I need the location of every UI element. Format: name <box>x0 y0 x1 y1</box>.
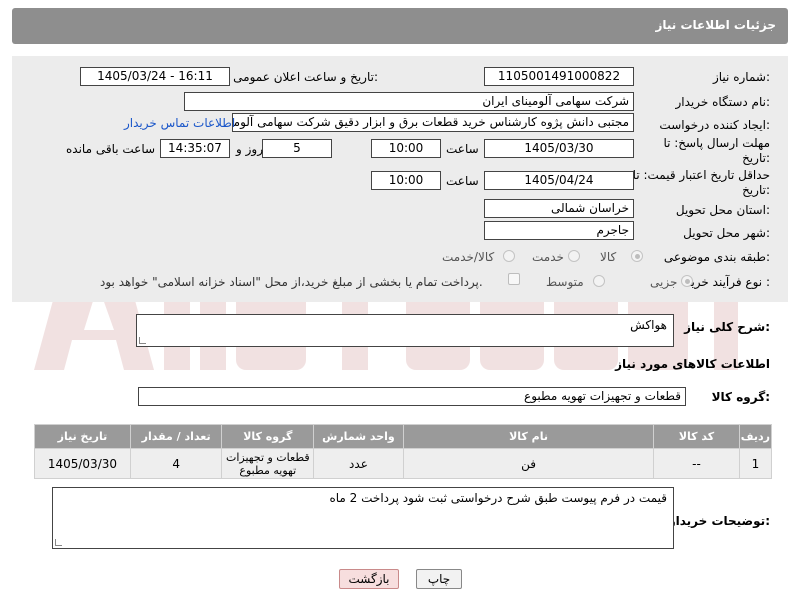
creator-label: ایجاد کننده درخواست: <box>659 118 770 132</box>
buyer-org-label: نام دستگاه خریدار: <box>675 95 771 109</box>
announce-label: تاریخ و ساعت اعلان عمومی: <box>233 70 378 84</box>
need-number-label: شماره نیاز: <box>712 70 770 84</box>
price-time-field[interactable]: 10:00 <box>371 171 441 190</box>
category-radio-service[interactable] <box>568 250 580 262</box>
cell-code: -- <box>653 448 740 479</box>
province-label: استان محل تحویل: <box>675 203 770 217</box>
col-unit: واحد شمارش <box>313 424 404 449</box>
remaining-label: ساعت باقی مانده <box>66 142 156 156</box>
table-row[interactable]: 1 -- فن عدد قطعات و تجهیزات تهویه مطبوع … <box>34 448 773 479</box>
reply-date-field[interactable]: 1405/03/30 <box>484 139 634 158</box>
reply-time-field[interactable]: 10:00 <box>371 139 441 158</box>
page-title: جزئیات اطلاعات نیاز <box>655 18 776 32</box>
cell-row: 1 <box>738 448 773 479</box>
process-radio-medium[interactable] <box>593 275 605 287</box>
col-quantity: تعداد / مقدار <box>129 424 223 449</box>
contact-info-link[interactable]: اطلاعات تماس خریدار <box>124 116 235 130</box>
col-group: گروه کالا <box>221 424 315 449</box>
category-option-service: خدمت <box>532 250 564 264</box>
cell-need-date: 1405/03/30 <box>34 448 131 479</box>
cell-unit: عدد <box>313 448 404 479</box>
cell-group: قطعات و تجهیزات تهویه مطبوع <box>221 448 315 479</box>
treasury-payment-checkbox[interactable] <box>508 273 520 285</box>
buyer-org-field[interactable]: شرکت سهامی آلومینای ایران <box>184 92 634 111</box>
print-button[interactable]: چاپ <box>416 569 462 589</box>
goods-group-field[interactable]: قطعات و تجهیزات تهویه مطبوع <box>138 387 686 406</box>
process-radio-minor[interactable] <box>681 275 693 287</box>
col-row: ردیف <box>738 424 773 449</box>
items-table: ردیف کد کالا نام کالا واحد شمارش گروه کا… <box>34 424 773 479</box>
goods-group-label: گروه کالا: <box>711 390 770 404</box>
buyer-notes-text: قیمت در فرم پیوست طبق شرح درخواستی ثبت ش… <box>329 491 667 505</box>
cell-quantity: 4 <box>129 448 223 479</box>
buyer-notes-label: توضیحات خریدار: <box>668 514 770 528</box>
process-label: نوع فرآیند خرید : <box>685 275 770 289</box>
province-field[interactable]: خراسان شمالی <box>484 199 634 218</box>
need-number-field[interactable]: 1105001491000822 <box>484 67 634 86</box>
category-option-goods: کالا <box>600 250 617 264</box>
buyer-notes-textarea[interactable]: قیمت در فرم پیوست طبق شرح درخواستی ثبت ش… <box>52 487 674 549</box>
table-header-row: ردیف کد کالا نام کالا واحد شمارش گروه کا… <box>34 424 773 449</box>
reply-deadline-label: مهلت ارسال پاسخ: تا تاریخ: <box>663 136 770 165</box>
category-radio-goods[interactable] <box>631 250 643 262</box>
process-option-medium: متوسط <box>546 275 584 289</box>
category-option-both: کالا/خدمت <box>442 250 495 264</box>
description-text: هواکش <box>630 318 667 332</box>
description-label: شرح کلی نیاز: <box>684 320 770 334</box>
treasury-payment-note: پرداخت تمام یا بخشی از مبلغ خرید،از محل … <box>100 275 483 289</box>
days-label: روز و <box>236 142 263 156</box>
back-button[interactable]: بازگشت <box>339 569 399 589</box>
process-option-minor: جزیی <box>650 275 678 289</box>
category-label: طبقه بندی موضوعی: <box>663 250 770 264</box>
page-header: جزئیات اطلاعات نیاز <box>12 8 788 44</box>
category-radio-both[interactable] <box>503 250 515 262</box>
price-deadline-label: حداقل تاریخ اعتبار قیمت: تا تاریخ: <box>632 168 770 197</box>
col-need-date: تاریخ نیاز <box>34 424 131 449</box>
goods-section-title: اطلاعات کالاهای مورد نیاز <box>615 357 770 371</box>
price-date-field[interactable]: 1405/04/24 <box>484 171 634 190</box>
remaining-time-field[interactable]: 14:35:07 <box>160 139 230 158</box>
description-textarea[interactable]: هواکش <box>136 314 674 347</box>
col-name: نام کالا <box>402 424 655 449</box>
creator-field[interactable]: مجتبی دانش پژوه کارشناس خرید قطعات برق و… <box>232 113 634 132</box>
announce-field[interactable]: 1405/03/24 - 16:11 <box>80 67 230 86</box>
reply-time-label: ساعت <box>446 142 479 156</box>
col-code: کد کالا <box>653 424 740 449</box>
city-field[interactable]: جاجرم <box>484 221 634 240</box>
city-label: شهر محل تحویل: <box>683 226 770 240</box>
cell-name: فن <box>402 448 655 479</box>
price-time-label: ساعت <box>446 174 479 188</box>
resize-grip-icon <box>55 539 62 546</box>
resize-grip-icon <box>139 337 146 344</box>
days-field[interactable]: 5 <box>262 139 332 158</box>
